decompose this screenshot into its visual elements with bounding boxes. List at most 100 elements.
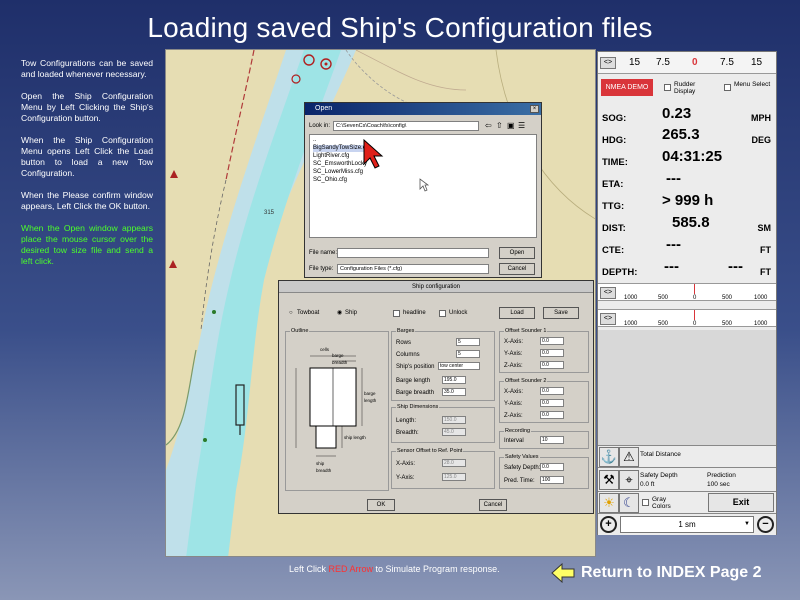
tow-warning-icon[interactable]: ⚠ [619,447,639,467]
red-arrow-pointer[interactable] [362,138,384,170]
sounder1-y-input[interactable]: 0.0 [540,349,564,357]
file-name-label: File name: [309,250,338,256]
instruction-3: When the Ship Configuration Menu opens L… [21,135,153,178]
gray-colors-checkbox[interactable] [642,499,649,506]
scale-center-line [694,284,695,294]
ship-length-input[interactable]: 150.0 [442,416,466,424]
file-type-label: File type: [309,266,334,272]
headline-checkbox[interactable] [393,310,400,317]
return-to-index-link[interactable]: Return to INDEX Page 2 [551,561,761,585]
rudder-scale: <> 15 7.5 0 7.5 15 [598,52,776,74]
up-folder-icon[interactable]: ⇧ [496,122,503,130]
close-icon[interactable]: × [530,105,539,113]
instruction-2: Open the Ship Configuration Menu by Left… [21,91,153,123]
towboat-label: Towboat [297,310,320,316]
outline-group: Outline cells barge breadth barge length… [285,328,389,491]
sounder1-x-input[interactable]: 0.0 [540,337,564,345]
prediction-value: 100 sec [707,481,730,488]
rows-input[interactable]: 5 [456,338,480,346]
sensor-x-input[interactable]: 28.0 [442,459,466,467]
sounder2-x-input[interactable]: 0.0 [540,387,564,395]
zoom-row: + 1 sm ▼ − [598,513,776,535]
ships-position-select[interactable]: tow center [438,362,480,370]
ship-config-icon[interactable]: ⚓ [599,447,619,467]
list-item[interactable]: SC_EmsworthLocky [313,161,367,168]
safety-depth-label: Safety Depth [640,472,678,479]
gray-colors-label: Gray Colors [652,496,671,510]
total-distance-row: ⚓ ⚠ Total Distance [598,445,776,467]
safety-values-group: Safety Values Safety Depth: 0.0 Pred. Ti… [499,454,589,489]
list-item[interactable]: SC_Ohio.cfg [313,177,347,184]
menu-select-label: Menu Select [734,81,771,88]
interval-input[interactable]: 10 [540,436,564,444]
scale-toggle-button[interactable]: <> [600,313,616,325]
barge-breadth-label: barge breadth [332,353,348,365]
look-in-select[interactable]: C:\SevenCs\Coach\fs\config\ [333,121,479,131]
towboat-radio[interactable]: ○ [289,310,293,317]
sounder2-y-input[interactable]: 0.0 [540,399,564,407]
columns-input[interactable]: 5 [456,350,480,358]
scale-center-line [694,310,695,320]
barge-length-label: barge length [364,391,377,403]
sensor-offset-group: Sensor Offset to Ref. Point X-Axis: 28.0… [391,448,495,489]
barge-length-input[interactable]: 195.0 [442,376,466,384]
ship-configuration-dialog: Ship configuration ○ Towboat ◉ Ship head… [278,280,594,514]
prediction-time-input[interactable]: 100 [540,476,564,484]
rudder-tick: 15 [751,57,763,68]
list-item[interactable]: .. [313,137,316,144]
nmea-demo-button[interactable]: NMEA DEMO [601,79,653,96]
safety-depth-input[interactable]: 0.0 [540,463,564,471]
view-menu-icon[interactable]: ☰ [518,122,525,130]
exit-button[interactable]: Exit [708,493,774,512]
crane-icon[interactable]: ⚒ [599,470,619,490]
rudder-tick: 7.5 [720,57,734,68]
page-title: Loading saved Ship's Configuration files [147,12,653,43]
sensor-y-input[interactable]: 125.0 [442,473,466,481]
sounder1-z-input[interactable]: 0.0 [540,361,564,369]
instrument-panel: <> 15 7.5 0 7.5 15 NMEA DEMO Rudder Disp… [597,51,777,535]
compass-icon[interactable]: ⌖ [619,470,639,490]
toolbar-back-icon[interactable]: ⇦ [485,122,492,130]
unlock-checkbox[interactable] [439,310,446,317]
mouse-cursor-icon [419,178,429,192]
file-name-input[interactable] [337,248,489,258]
open-button[interactable]: Open [499,247,535,259]
red-arrow-text[interactable]: RED Arrow [329,564,374,574]
ok-button[interactable]: OK [367,499,395,511]
instruction-1: Tow Configurations can be saved and load… [21,58,153,79]
menu-select-checkbox[interactable] [724,84,731,91]
depth-label: 315 [264,210,275,216]
ship-cancel-button[interactable]: Cancel [479,499,507,511]
zoom-out-icon[interactable]: − [757,516,774,533]
zoom-value: 1 sm [678,520,696,529]
prediction-label: Prediction [707,472,736,479]
ship-dimensions-group: Ship Dimensions Length: 150.0 Breadth: 4… [391,404,495,443]
rudder-display-checkbox[interactable] [664,84,671,91]
rudder-toggle-button[interactable]: <> [600,57,616,69]
ship-radio[interactable]: ◉ [337,310,342,317]
save-button[interactable]: Save [543,307,579,319]
safety-depth-value: 0.0 ft [640,481,655,488]
total-distance-label: Total Distance [640,451,681,458]
file-type-select[interactable]: Configuration Files (*.cfg) [337,264,489,274]
list-item[interactable]: SC_LowerMiss.cfg [313,169,363,176]
rudder-tick: 15 [629,57,641,68]
open-dialog-title: Open [305,103,541,115]
day-mode-icon[interactable]: ☀ [599,493,619,513]
zoom-select[interactable]: 1 sm ▼ [620,516,754,533]
load-button[interactable]: Load [499,307,535,319]
zoom-in-icon[interactable]: + [600,516,617,533]
list-item[interactable]: LightRiver.cfg [313,153,349,160]
sounder2-z-input[interactable]: 0.0 [540,411,564,419]
cancel-button[interactable]: Cancel [499,263,535,275]
offset-sounder-2-group: Offset Sounder 2 X-Axis: 0.0 Y-Axis: 0.0… [499,378,589,423]
rudder-indicator: 0 [692,57,698,68]
instruction-5-highlight: When the Open window appears place the m… [21,223,153,266]
scale-toggle-button[interactable]: <> [600,287,616,299]
chevron-down-icon: ▼ [744,521,750,527]
new-folder-icon[interactable]: ▣ [507,122,515,130]
cells-label: cells [320,347,330,352]
night-mode-icon[interactable]: ☾ [619,493,639,513]
barge-breadth-input[interactable]: 35.0 [442,388,466,396]
ship-breadth-input[interactable]: 45.0 [442,428,466,436]
